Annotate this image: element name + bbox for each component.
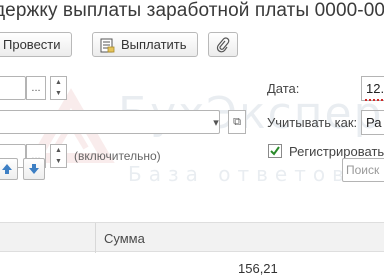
checkmark-icon xyxy=(270,146,280,156)
date-label: Дата: xyxy=(267,81,300,96)
account-as-label: Учитывать как: xyxy=(267,115,358,130)
stepper-up-icon[interactable]: ▲ xyxy=(51,77,66,88)
stepper-down-icon[interactable]: ▼ xyxy=(51,156,66,167)
organization-select-button[interactable]: ... xyxy=(26,76,46,100)
open-form-icon[interactable]: ⧉ xyxy=(228,110,246,134)
pay-button-label: Выплатить xyxy=(121,37,187,52)
attach-button[interactable] xyxy=(208,32,238,57)
pay-button[interactable]: Выплатить xyxy=(92,32,198,57)
table-header: Сумма xyxy=(0,222,384,253)
stepper-down-icon[interactable]: ▼ xyxy=(51,88,66,99)
register-label: Регистрировать xyxy=(289,144,384,159)
stepper-up-icon[interactable]: ▲ xyxy=(51,145,66,156)
page-title: держку выплаты заработной платы 0000-000 xyxy=(0,0,384,21)
move-down-button[interactable] xyxy=(23,158,45,180)
period-stepper[interactable]: ▲ ▼ xyxy=(50,144,67,168)
inclusive-hint: (включительно) xyxy=(74,149,161,163)
account-as-field[interactable]: Ра xyxy=(361,110,384,135)
date-error-underline xyxy=(365,98,384,101)
organization-field[interactable] xyxy=(0,76,26,100)
register-checkbox[interactable] xyxy=(268,144,282,158)
invoice-icon xyxy=(100,38,115,52)
move-up-button[interactable] xyxy=(0,158,18,180)
post-button-label: Провести xyxy=(3,37,61,52)
table-row-sum[interactable]: 156,21 xyxy=(238,261,278,276)
column-header-sum[interactable]: Сумма xyxy=(104,231,145,246)
search-input[interactable]: Поиск xyxy=(342,158,384,182)
payment-method-field[interactable] xyxy=(0,110,220,134)
paperclip-icon xyxy=(216,36,230,52)
column-separator xyxy=(95,223,96,253)
organization-stepper[interactable]: ▲ ▼ xyxy=(50,76,67,100)
dropdown-arrow-icon[interactable]: ▾ xyxy=(208,110,224,134)
arrow-up-icon xyxy=(2,164,12,174)
arrow-down-icon xyxy=(29,164,39,174)
post-button[interactable]: Провести xyxy=(0,32,72,57)
